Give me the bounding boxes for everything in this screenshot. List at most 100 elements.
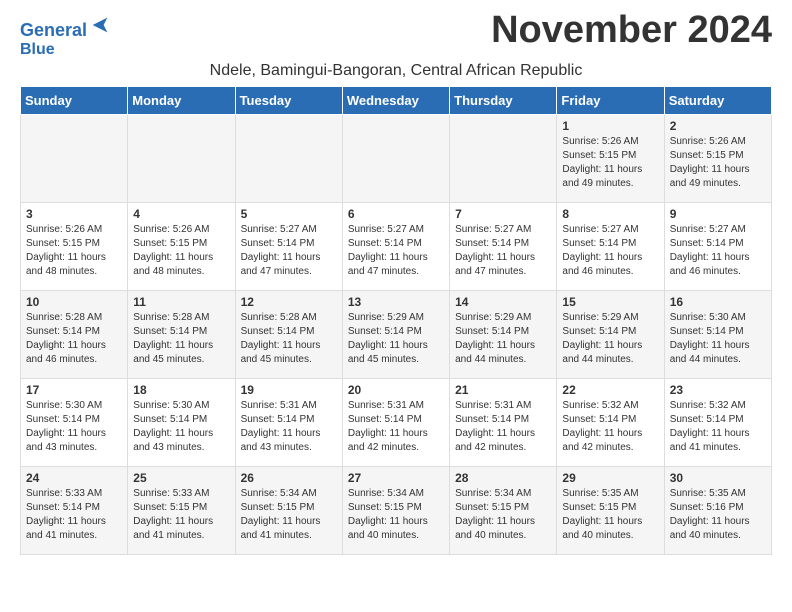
week-row-4: 24 Sunrise: 5:33 AM Sunset: 5:14 PM Dayli… [21, 467, 772, 555]
day-number: 8 [562, 207, 658, 221]
day-info: Sunrise: 5:35 AM Sunset: 5:15 PM Dayligh… [562, 487, 658, 543]
day-cell [235, 115, 342, 203]
day-number: 12 [241, 295, 337, 309]
day-number: 4 [133, 207, 229, 221]
day-info: Sunrise: 5:28 AM Sunset: 5:14 PM Dayligh… [133, 311, 229, 367]
day-number: 10 [26, 295, 122, 309]
day-cell: 4 Sunrise: 5:26 AM Sunset: 5:15 PM Daylig… [128, 203, 235, 291]
day-number: 25 [133, 471, 229, 485]
day-info: Sunrise: 5:32 AM Sunset: 5:14 PM Dayligh… [670, 399, 766, 455]
day-cell: 10 Sunrise: 5:28 AM Sunset: 5:14 PM Dayli… [21, 291, 128, 379]
day-cell: 23 Sunrise: 5:32 AM Sunset: 5:14 PM Dayli… [664, 379, 771, 467]
day-info: Sunrise: 5:29 AM Sunset: 5:14 PM Dayligh… [348, 311, 444, 367]
day-cell [128, 115, 235, 203]
logo-arrow-icon [89, 14, 111, 36]
day-cell: 27 Sunrise: 5:34 AM Sunset: 5:15 PM Dayli… [342, 467, 449, 555]
day-cell: 21Sunrise: 5:31 AM Sunset: 5:14 PM Dayli… [450, 379, 557, 467]
week-row-0: 1Sunrise: 5:26 AM Sunset: 5:15 PM Daylig… [21, 115, 772, 203]
title-area: November 2024 [491, 10, 772, 52]
day-cell [342, 115, 449, 203]
day-info: Sunrise: 5:30 AM Sunset: 5:14 PM Dayligh… [133, 399, 229, 455]
logo: General Blue [20, 16, 111, 58]
day-cell: 3 Sunrise: 5:26 AM Sunset: 5:15 PM Daylig… [21, 203, 128, 291]
day-info: Sunrise: 5:30 AM Sunset: 5:14 PM Dayligh… [26, 399, 122, 455]
day-info: Sunrise: 5:34 AM Sunset: 5:15 PM Dayligh… [455, 487, 551, 543]
logo-blue: Blue [20, 41, 111, 59]
day-number: 3 [26, 207, 122, 221]
day-cell: 30 Sunrise: 5:35 AM Sunset: 5:16 PM Dayli… [664, 467, 771, 555]
day-info: Sunrise: 5:27 AM Sunset: 5:14 PM Dayligh… [670, 223, 766, 279]
col-sunday: Sunday [21, 87, 128, 115]
day-info: Sunrise: 5:29 AM Sunset: 5:14 PM Dayligh… [562, 311, 658, 367]
week-row-2: 10 Sunrise: 5:28 AM Sunset: 5:14 PM Dayli… [21, 291, 772, 379]
day-cell: 1Sunrise: 5:26 AM Sunset: 5:15 PM Daylig… [557, 115, 664, 203]
day-number: 23 [670, 383, 766, 397]
day-info: Sunrise: 5:34 AM Sunset: 5:15 PM Dayligh… [348, 487, 444, 543]
day-info: Sunrise: 5:30 AM Sunset: 5:14 PM Dayligh… [670, 311, 766, 367]
day-info: Sunrise: 5:32 AM Sunset: 5:14 PM Dayligh… [562, 399, 658, 455]
logo-text: General [20, 16, 111, 41]
day-cell: 2 Sunrise: 5:26 AM Sunset: 5:15 PM Daylig… [664, 115, 771, 203]
day-info: Sunrise: 5:27 AM Sunset: 5:14 PM Dayligh… [241, 223, 337, 279]
day-number: 14 [455, 295, 551, 309]
col-wednesday: Wednesday [342, 87, 449, 115]
day-number: 6 [348, 207, 444, 221]
col-friday: Friday [557, 87, 664, 115]
day-number: 26 [241, 471, 337, 485]
day-cell [450, 115, 557, 203]
day-number: 27 [348, 471, 444, 485]
day-cell: 13 Sunrise: 5:29 AM Sunset: 5:14 PM Dayli… [342, 291, 449, 379]
day-cell: 18 Sunrise: 5:30 AM Sunset: 5:14 PM Dayli… [128, 379, 235, 467]
day-cell: 15Sunrise: 5:29 AM Sunset: 5:14 PM Dayli… [557, 291, 664, 379]
day-number: 11 [133, 295, 229, 309]
day-info: Sunrise: 5:26 AM Sunset: 5:15 PM Dayligh… [562, 135, 658, 191]
calendar-header: Sunday Monday Tuesday Wednesday Thursday… [21, 87, 772, 115]
day-cell: 22Sunrise: 5:32 AM Sunset: 5:14 PM Dayli… [557, 379, 664, 467]
day-info: Sunrise: 5:27 AM Sunset: 5:14 PM Dayligh… [348, 223, 444, 279]
day-cell: 5Sunrise: 5:27 AM Sunset: 5:14 PM Daylig… [235, 203, 342, 291]
day-number: 13 [348, 295, 444, 309]
day-number: 16 [670, 295, 766, 309]
day-number: 7 [455, 207, 551, 221]
day-info: Sunrise: 5:33 AM Sunset: 5:15 PM Dayligh… [133, 487, 229, 543]
day-info: Sunrise: 5:26 AM Sunset: 5:15 PM Dayligh… [133, 223, 229, 279]
calendar-table: Sunday Monday Tuesday Wednesday Thursday… [20, 86, 772, 555]
calendar-body: 1Sunrise: 5:26 AM Sunset: 5:15 PM Daylig… [21, 115, 772, 555]
day-number: 2 [670, 119, 766, 133]
col-thursday: Thursday [450, 87, 557, 115]
day-number: 18 [133, 383, 229, 397]
day-cell: 19Sunrise: 5:31 AM Sunset: 5:14 PM Dayli… [235, 379, 342, 467]
day-info: Sunrise: 5:28 AM Sunset: 5:14 PM Dayligh… [241, 311, 337, 367]
day-cell: 16 Sunrise: 5:30 AM Sunset: 5:14 PM Dayli… [664, 291, 771, 379]
day-info: Sunrise: 5:29 AM Sunset: 5:14 PM Dayligh… [455, 311, 551, 367]
day-number: 19 [241, 383, 337, 397]
week-row-3: 17Sunrise: 5:30 AM Sunset: 5:14 PM Dayli… [21, 379, 772, 467]
day-number: 24 [26, 471, 122, 485]
day-info: Sunrise: 5:31 AM Sunset: 5:14 PM Dayligh… [348, 399, 444, 455]
col-monday: Monday [128, 87, 235, 115]
day-info: Sunrise: 5:33 AM Sunset: 5:14 PM Dayligh… [26, 487, 122, 543]
day-cell: 25 Sunrise: 5:33 AM Sunset: 5:15 PM Dayli… [128, 467, 235, 555]
month-title: November 2024 [491, 10, 772, 52]
subtitle: Ndele, Bamingui-Bangoran, Central Africa… [20, 62, 772, 80]
day-cell: 9 Sunrise: 5:27 AM Sunset: 5:14 PM Daylig… [664, 203, 771, 291]
day-info: Sunrise: 5:35 AM Sunset: 5:16 PM Dayligh… [670, 487, 766, 543]
day-cell: 29Sunrise: 5:35 AM Sunset: 5:15 PM Dayli… [557, 467, 664, 555]
day-number: 30 [670, 471, 766, 485]
day-info: Sunrise: 5:27 AM Sunset: 5:14 PM Dayligh… [562, 223, 658, 279]
day-cell: 28Sunrise: 5:34 AM Sunset: 5:15 PM Dayli… [450, 467, 557, 555]
day-info: Sunrise: 5:26 AM Sunset: 5:15 PM Dayligh… [26, 223, 122, 279]
day-cell: 6 Sunrise: 5:27 AM Sunset: 5:14 PM Daylig… [342, 203, 449, 291]
day-cell: 24 Sunrise: 5:33 AM Sunset: 5:14 PM Dayli… [21, 467, 128, 555]
day-cell: 20Sunrise: 5:31 AM Sunset: 5:14 PM Dayli… [342, 379, 449, 467]
col-saturday: Saturday [664, 87, 771, 115]
week-row-1: 3 Sunrise: 5:26 AM Sunset: 5:15 PM Daylig… [21, 203, 772, 291]
day-info: Sunrise: 5:27 AM Sunset: 5:14 PM Dayligh… [455, 223, 551, 279]
header: General Blue November 2024 [20, 10, 772, 58]
day-cell [21, 115, 128, 203]
header-row: Sunday Monday Tuesday Wednesday Thursday… [21, 87, 772, 115]
day-number: 9 [670, 207, 766, 221]
day-info: Sunrise: 5:26 AM Sunset: 5:15 PM Dayligh… [670, 135, 766, 191]
day-cell: 8 Sunrise: 5:27 AM Sunset: 5:14 PM Daylig… [557, 203, 664, 291]
day-info: Sunrise: 5:28 AM Sunset: 5:14 PM Dayligh… [26, 311, 122, 367]
